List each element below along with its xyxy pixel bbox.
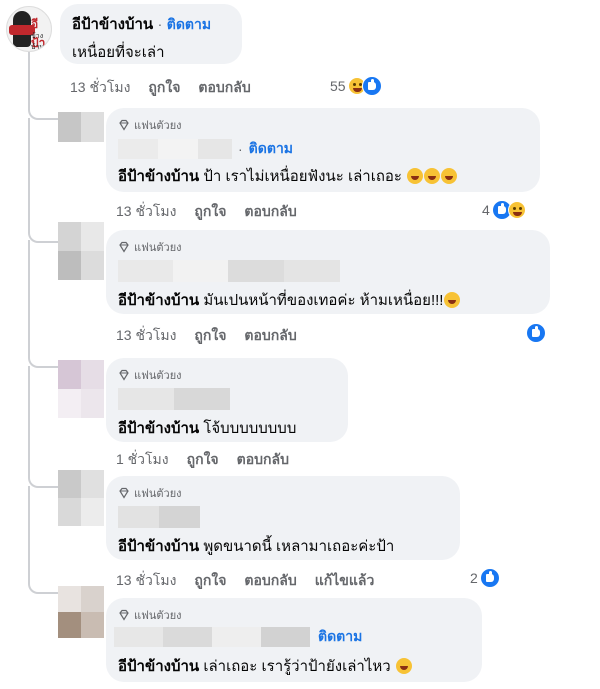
diamond-icon (119, 241, 129, 253)
avatar-blurred[interactable] (58, 470, 104, 526)
reply-actions: 13 ชั่วโมง ถูกใจ ตอบกลับ แก้ไขแล้ว (116, 570, 374, 592)
reply-time[interactable]: 13 ชั่วโมง (116, 570, 176, 592)
diamond-icon (119, 369, 129, 381)
fan-badge: แฟนตัวยง (118, 366, 336, 384)
reaction-count: 55 (330, 78, 346, 94)
top-comment-actions: 13 ชั่วโมง ถูกใจ ตอบกลับ (70, 77, 251, 99)
avatar-blurred[interactable] (58, 112, 104, 142)
fan-badge: แฟนตัวยง (118, 238, 538, 256)
reply-bubble: แฟนตัวยง ติดตาม อีป้าข้างบ้าน เล่าเถอะ เ… (106, 598, 482, 682)
blurred-name[interactable] (118, 139, 232, 159)
blurred-name[interactable] (118, 506, 200, 528)
diamond-icon (119, 609, 129, 621)
follow-button[interactable]: ติดตาม (318, 626, 362, 648)
mention-link[interactable]: อีป้าข้างบ้าน (118, 292, 199, 309)
thread-line (28, 118, 58, 243)
laughing-emoji-icon (407, 168, 424, 184)
blurred-name[interactable] (114, 627, 310, 647)
separator-dot: · (157, 16, 163, 32)
reply-actions: 1 ชั่วโมง ถูกใจ ตอบกลับ (116, 449, 289, 471)
diamond-icon (119, 119, 129, 131)
like-button[interactable]: ถูกใจ (194, 570, 226, 592)
diamond-icon (119, 487, 129, 499)
mention-link[interactable]: อีป้าข้างบ้าน (118, 658, 199, 675)
reaction-count: 2 (470, 570, 478, 586)
thread-line (28, 366, 58, 488)
mention-link[interactable]: อีป้าข้างบ้าน (118, 538, 199, 555)
like-button[interactable]: ถูกใจ (187, 449, 219, 471)
fan-badge: แฟนตัวยง (118, 606, 470, 624)
fan-badge: แฟนตัวยง (118, 484, 448, 502)
follow-button[interactable]: ติดตาม (249, 138, 293, 160)
separator-dot: · (238, 141, 243, 157)
reply-bubble: แฟนตัวยง อีป้าข้างบ้าน โจ้บบบบบบบบ (106, 358, 348, 442)
avatar-logo-subtext: ข้างบ้าน (31, 33, 45, 51)
reply-button[interactable]: ตอบกลับ (244, 570, 296, 592)
like-button[interactable]: ถูกใจ (148, 77, 180, 99)
reaction-summary[interactable]: 55 (330, 76, 382, 96)
avatar-blurred[interactable] (58, 360, 104, 418)
reply-time[interactable]: 13 ชั่วโมง (116, 325, 176, 347)
reply-bubble: แฟนตัวยง อีป้าข้างบ้าน มันเปนหน้าที่ของเ… (106, 230, 550, 314)
edited-label[interactable]: แก้ไขแล้ว (315, 570, 375, 592)
avatar-blurred[interactable] (58, 586, 104, 638)
reply-text: โจ้บบบบบบบบ (203, 420, 297, 437)
reaction-summary[interactable]: 4 (482, 200, 526, 220)
blurred-name[interactable] (118, 388, 230, 410)
avatar-blurred[interactable] (58, 222, 104, 280)
reply-text: มันเปนหน้าที่ของเทอค่ะ ห้ามเหนื่อย!!! (203, 292, 444, 309)
fan-badge-label: แฟนตัวยง (134, 242, 182, 254)
reaction-count: 4 (482, 202, 490, 218)
like-icon (361, 76, 382, 96)
reply-button[interactable]: ตอบกลับ (237, 449, 289, 471)
comment-time[interactable]: 13 ชั่วโมง (70, 77, 130, 99)
haha-icon (507, 201, 526, 219)
laughing-emoji-icon (395, 658, 412, 674)
mention-link[interactable]: อีป้าข้างบ้าน (118, 168, 199, 185)
comment-author[interactable]: อีป้าข้างบ้าน (72, 16, 153, 33)
laughing-emoji-icon (444, 292, 461, 308)
reply-time[interactable]: 1 ชั่วโมง (116, 449, 169, 471)
reaction-summary[interactable] (526, 323, 546, 343)
reply-button[interactable]: ตอบกลับ (198, 77, 250, 99)
follow-button[interactable]: ติดตาม (167, 16, 211, 32)
like-icon (479, 568, 500, 588)
reply-actions: 13 ชั่วโมง ถูกใจ ตอบกลับ (116, 201, 297, 223)
reply-text: พูดขนาดนี้ เหลามาเถอะค่ะป้า (203, 538, 395, 555)
reaction-summary[interactable]: 2 (470, 568, 500, 588)
mention-link[interactable]: อีป้าข้างบ้าน (118, 420, 199, 437)
like-icon (526, 323, 546, 343)
fan-badge-label: แฟนตัวยง (134, 370, 182, 382)
like-button[interactable]: ถูกใจ (194, 325, 226, 347)
reply-time[interactable]: 13 ชั่วโมง (116, 201, 176, 223)
blush-emoji-icon (424, 168, 441, 184)
thread-line (28, 52, 58, 120)
page-avatar[interactable]: อีป้า ข้างบ้าน (6, 6, 52, 52)
fan-badge: แฟนตัวยง (118, 116, 528, 134)
blush-emoji-icon (441, 168, 458, 184)
thread-line (28, 486, 58, 594)
fan-badge-label: แฟนตัวยง (134, 120, 182, 132)
reply-text: ป้า เราไม่เหนื่อยฟังนะ เล่าเถอะ (203, 168, 402, 185)
reply-text: เล่าเถอะ เรารู้ว่าป้ายังเล่าไหว (203, 658, 391, 675)
reply-bubble: แฟนตัวยง อีป้าข้างบ้าน พูดขนาดนี้ เหลามา… (106, 476, 460, 560)
thread-line (28, 240, 58, 368)
comment-text: เหนื่อยที่จะเล่า (72, 44, 165, 61)
reply-button[interactable]: ตอบกลับ (244, 201, 296, 223)
reply-actions: 13 ชั่วโมง ถูกใจ ตอบกลับ (116, 325, 297, 347)
reply-button[interactable]: ตอบกลับ (244, 325, 296, 347)
top-comment-bubble: อีป้าข้างบ้าน · ติดตาม เหนื่อยที่จะเล่า (60, 4, 242, 64)
fan-badge-label: แฟนตัวยง (134, 488, 182, 500)
reply-bubble: แฟนตัวยง · ติดตาม อีป้าข้างบ้าน ป้า เราไ… (106, 108, 540, 192)
fan-badge-label: แฟนตัวยง (134, 610, 182, 622)
blurred-name[interactable] (118, 260, 340, 282)
like-button[interactable]: ถูกใจ (194, 201, 226, 223)
